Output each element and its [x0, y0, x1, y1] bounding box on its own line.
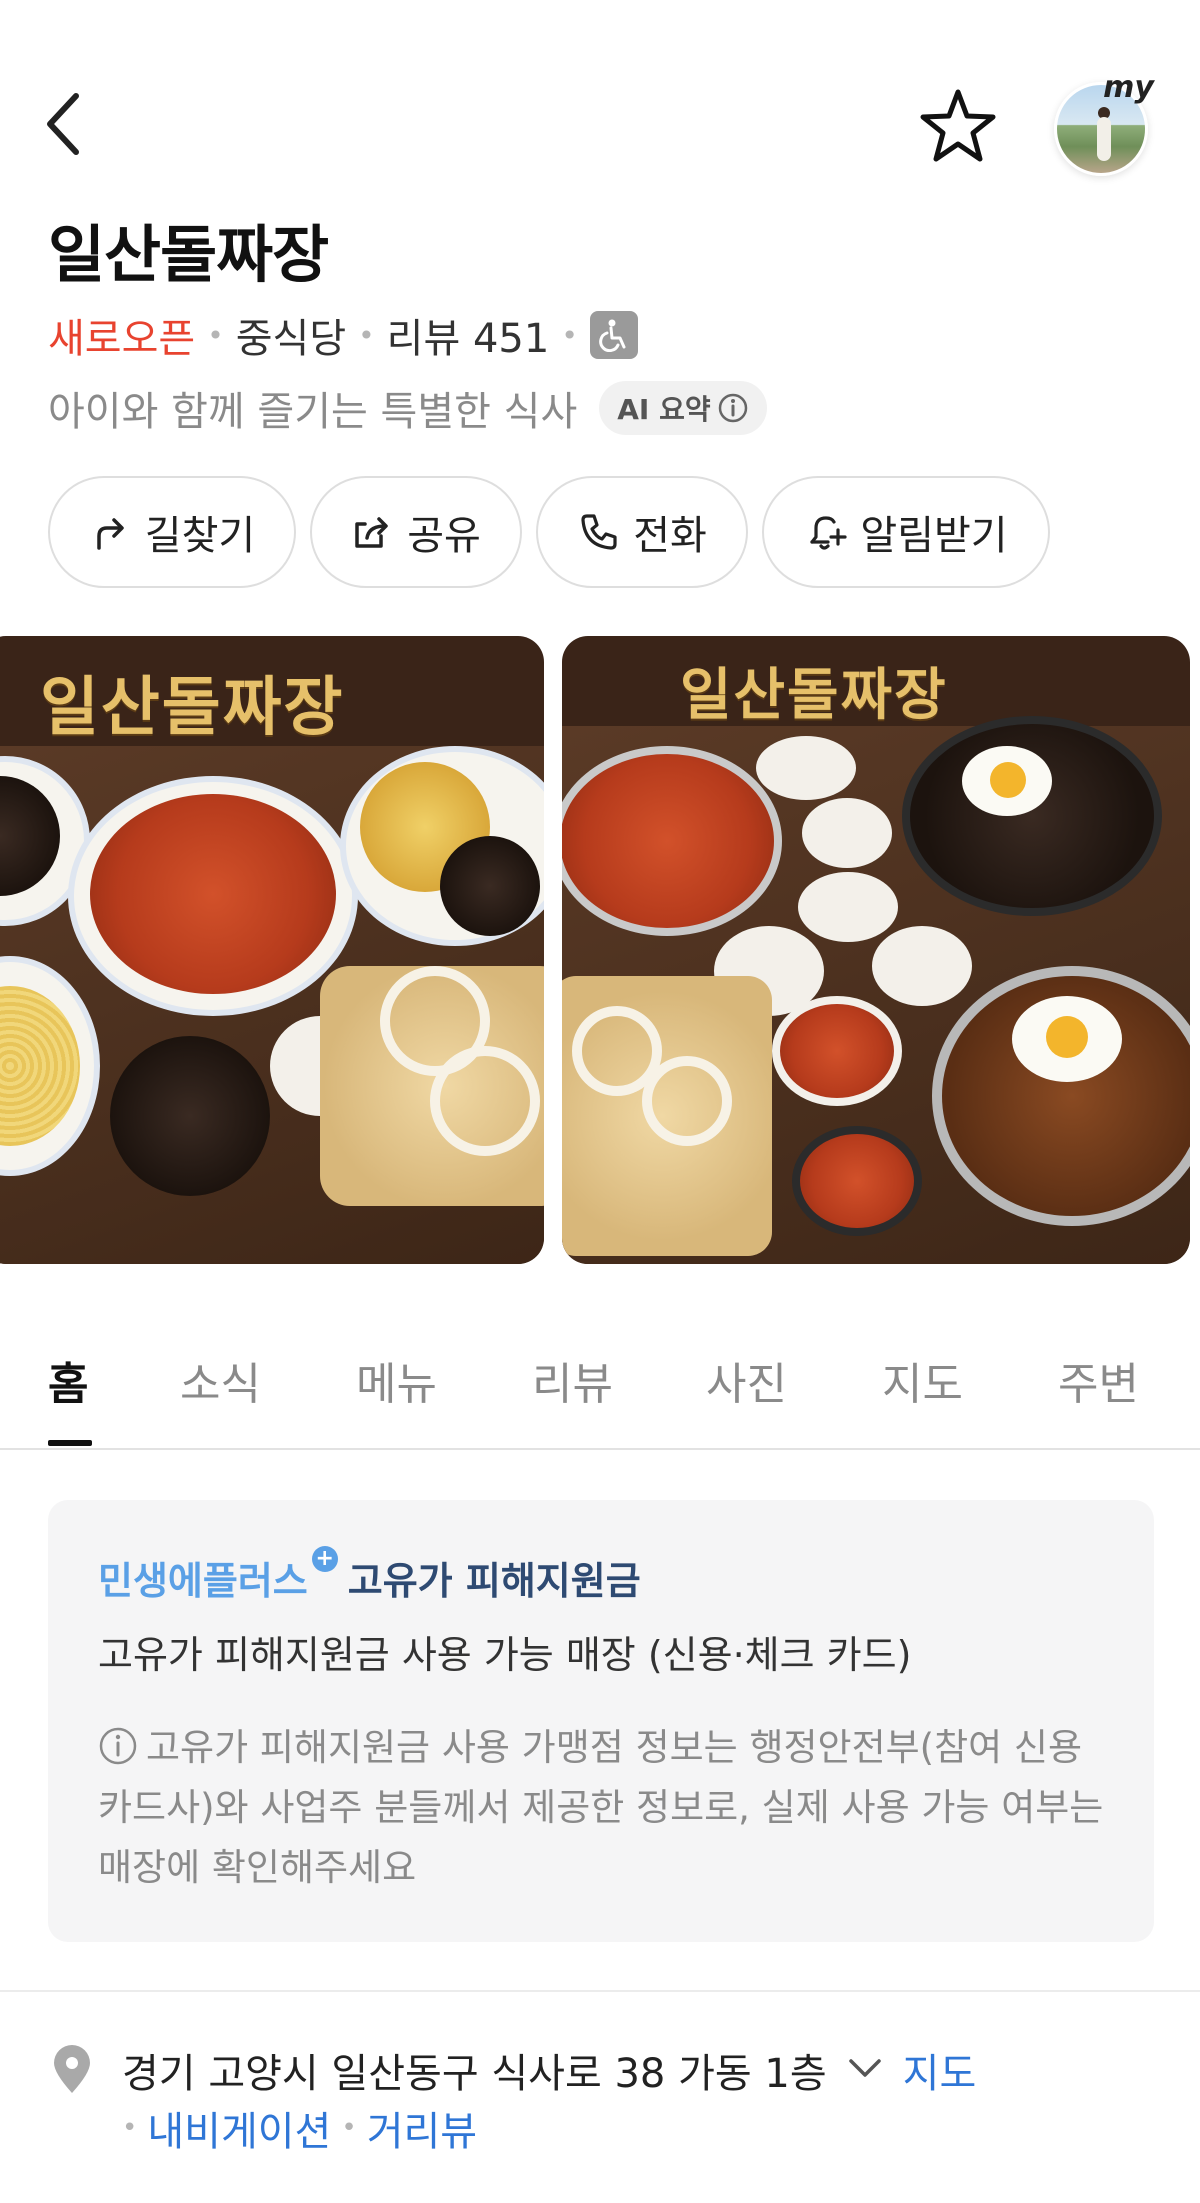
address-links-row: • 내비게이션 • 거리뷰	[122, 2098, 477, 2158]
tab-menu[interactable]: 메뉴	[356, 1348, 437, 1412]
call-label: 전화	[633, 513, 707, 559]
place-category: 중식당	[235, 316, 347, 362]
photo-dish	[902, 716, 1162, 916]
place-detail-page: my 일산돌짜장 새로오픈 • 중식당 • 리뷰 451 • 아이와 함께 즐기…	[0, 0, 1200, 2203]
back-button[interactable]	[40, 88, 96, 160]
star-icon	[920, 89, 996, 162]
address-expand-button[interactable]	[845, 2048, 885, 2092]
action-buttons: 길찾기 공유 전화 알림받기	[48, 476, 1050, 588]
photo-dish	[772, 996, 902, 1106]
info-icon	[718, 393, 747, 423]
card-note-text: 고유가 피해지원금 사용 가맹점 정보는 행정안전부(참여 신용카드사)와 사업…	[98, 1726, 1104, 1889]
route-label: 길찾기	[144, 513, 256, 559]
tab-reviews[interactable]: 리뷰	[532, 1348, 613, 1412]
share-icon	[355, 517, 388, 548]
photo-dish	[430, 1046, 540, 1156]
call-button[interactable]: 전화	[536, 476, 748, 588]
tab-nearby[interactable]: 주변	[1058, 1348, 1139, 1412]
support-fund-card: 민생에플러스 + 고유가 피해지원금 고유가 피해지원금 사용 가능 매장 (신…	[48, 1500, 1154, 1942]
place-summary: 아이와 함께 즐기는 특별한 식사	[48, 389, 578, 435]
avatar-figure	[1097, 117, 1111, 161]
avatar-my-badge: my	[1103, 70, 1154, 105]
address-row: 경기 고양시 일산동구 식사로 38 가동 1층 지도	[50, 2040, 976, 2100]
separator-dot: •	[358, 318, 375, 352]
photo-dish	[110, 1036, 270, 1196]
directions-arrow-icon	[97, 518, 124, 550]
photo-dish	[872, 926, 972, 1006]
ai-summary-button[interactable]: AI 요약	[599, 381, 767, 435]
navigation-link[interactable]: 내비게이션	[147, 2099, 331, 2157]
map-link[interactable]: 지도	[903, 2041, 977, 2099]
address-text: 경기 고양시 일산동구 식사로 38 가동 1층	[122, 2051, 827, 2097]
tab-divider	[0, 1448, 1200, 1450]
tab-news[interactable]: 소식	[180, 1348, 261, 1412]
promo-title: 민생에플러스 + 고유가 피해지원금	[98, 1546, 641, 1605]
photo-dish	[756, 736, 856, 800]
photo-dish	[90, 794, 336, 994]
card-main-line: 고유가 피해지원금 사용 가능 매장 (신용·체크 카드)	[98, 1633, 912, 1677]
separator-dot: •	[122, 2113, 138, 2143]
chevron-left-icon	[47, 93, 79, 155]
route-button[interactable]: 길찾기	[48, 476, 296, 588]
separator-dot: •	[207, 318, 224, 352]
promo-brand: 민생에플러스	[98, 1559, 308, 1603]
share-button[interactable]: 공유	[310, 476, 522, 588]
promo-program: 고유가 피해지원금	[347, 1559, 641, 1603]
photo-dish	[802, 798, 892, 868]
photo-dish	[642, 1056, 732, 1146]
tab-home[interactable]: 홈	[48, 1348, 88, 1412]
separator-dot: •	[561, 318, 578, 352]
photo-dish	[440, 836, 540, 936]
card-note: 고유가 피해지원금 사용 가맹점 정보는 행정안전부(참여 신용카드사)와 사업…	[98, 1718, 1108, 1898]
section-divider	[0, 1990, 1200, 1992]
place-meta-row: 새로오픈 • 중식당 • 리뷰 451 •	[48, 310, 638, 362]
ai-summary-label: AI 요약	[617, 393, 711, 426]
active-tab-indicator	[48, 1440, 92, 1446]
wheelchair-accessible-icon	[589, 311, 638, 359]
streetview-link[interactable]: 거리뷰	[367, 2099, 477, 2157]
my-profile-avatar[interactable]: my	[1050, 70, 1154, 178]
photo-dish	[562, 746, 782, 936]
photo-dish	[990, 762, 1026, 798]
photo-dish	[792, 1126, 922, 1236]
place-photo-2[interactable]: 일산돌짜장	[562, 636, 1190, 1264]
location-pin-icon	[54, 2045, 90, 2093]
alarm-button[interactable]: 알림받기	[762, 476, 1050, 588]
photo-sign-text: 일산돌짜장	[680, 662, 948, 728]
summary-row: 아이와 함께 즐기는 특별한 식사 AI 요약	[48, 380, 767, 436]
info-icon	[99, 1727, 137, 1765]
place-photo-1[interactable]: 일산돌짜장	[0, 636, 544, 1264]
chevron-down-icon	[848, 2059, 881, 2077]
photo-dish	[1046, 1016, 1088, 1058]
tab-photos[interactable]: 사진	[706, 1348, 787, 1412]
photo-sign-text: 일산돌짜장	[40, 670, 345, 745]
phone-icon	[581, 514, 617, 550]
alarm-label: 알림받기	[860, 513, 1008, 559]
share-label: 공유	[407, 513, 481, 559]
photo-dish	[798, 872, 898, 942]
new-open-badge: 새로오픈	[48, 316, 196, 362]
bell-plus-icon	[810, 516, 847, 550]
separator-dot: •	[341, 2113, 357, 2143]
tab-map[interactable]: 지도	[882, 1348, 963, 1412]
plus-icon: +	[311, 1546, 338, 1572]
favorite-button[interactable]	[916, 84, 1000, 168]
review-count-link[interactable]: 리뷰 451	[387, 306, 550, 364]
place-title: 일산돌짜장	[48, 218, 329, 291]
